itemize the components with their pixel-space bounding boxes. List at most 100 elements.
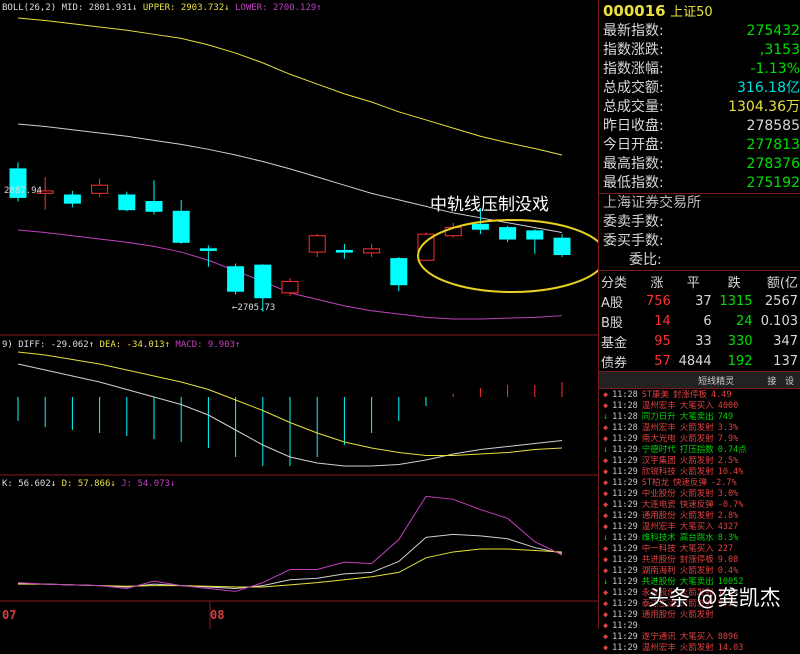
category-cell-amount: 347 [773,333,798,349]
quote-value: 316.18亿 [737,80,800,96]
short-elves-val: 3.0% [717,489,739,499]
short-elves-event: 火箭发射 [679,467,714,477]
down-arrow-icon: ↓ [603,445,609,455]
kdj-j-line [17,495,563,592]
short-elves-item[interactable]: ◆ 11:29 温州宏丰 火箭发射 14.03 [603,643,800,654]
short-elves-recv-button[interactable]: 接 [767,377,776,387]
short-elves-val: 3.3% [717,423,739,433]
candle-body [526,230,544,240]
short-elves-settings-button[interactable]: 设 [785,377,794,387]
quote-value: -1.13% [750,61,800,77]
exchange-row: 上海证券交易所 [599,194,800,213]
short-elves-item[interactable]: ↓ 11:28 同力日升 大笔卖出 749 [603,412,800,423]
short-elves-event: 大笔卖出 [679,412,714,422]
quote-row: 昨日收盘: 278585 [599,117,800,136]
diamond-icon: ◆ [603,478,609,488]
quote-title-row: 000016 上证50 [599,0,800,22]
candle-body [553,237,571,256]
short-elves-item[interactable]: ◆ 11:29 遂宁通讯 大笔买入 8096 [603,632,800,643]
quote-value: 278376 [746,156,800,172]
short-elves-time: 11:29 [612,555,638,565]
short-elves-val: 2.5% [717,456,739,466]
short-elves-item[interactable]: ◆ 11:29 共进股份 封涨停板 9.08 [603,555,800,566]
short-elves-time: 11:29 [612,445,638,455]
category-row[interactable]: A股 756 37 1315 2567 [599,291,800,311]
short-elves-time: 11:29 [612,544,638,554]
quote-panel: 000016 上证50 最新指数: 275432 指数涨跌: ,3153 指数涨幅: -1… [598,0,800,653]
short-elves-val: 749 [717,412,734,422]
category-cell-name: A股 [601,295,623,311]
short-elves-name: 温州宏丰 [641,401,676,411]
short-elves-event: 火箭发射 [679,456,714,466]
short-elves-item[interactable]: ◆ 11:29 通用股份 火箭发射 2.8% [603,511,800,522]
diamond-icon: ◆ [603,632,609,642]
short-elves-item[interactable]: ↓ 11:29 维科技术 高台跳水 8.3% [603,533,800,544]
category-body: A股 756 37 1315 2567 B股 14 6 24 0.103 基金 95 33 330 347 债… [599,291,800,371]
short-elves-item[interactable]: ◆ 11:28 温州宏丰 火箭发射 3.3% [603,423,800,434]
macd-dea-value: DEA: -34.013↑ [99,340,170,350]
category-row[interactable]: B股 14 6 24 0.103 [599,311,800,331]
kdj-d-value: D: 57.866↓ [61,479,116,489]
diamond-icon: ◆ [603,610,609,620]
short-elves-name: 维科技术 [641,533,676,543]
category-cell-name: B股 [601,315,623,331]
candle-body [335,249,353,253]
short-elves-event: 封涨停板 [672,390,707,400]
chart-area[interactable]: BOLL(26,2) MID: 2801.931↓ UPPER: 2903.73… [0,0,598,629]
short-elves-time: 11:28 [612,412,638,422]
short-elves-item[interactable]: ◆ 11:28 温州宏丰 大笔买入 4000 [603,401,800,412]
short-elves-time: 11:29 [612,500,638,510]
chart-svg[interactable] [0,0,598,629]
diamond-icon: ◆ [603,522,609,532]
short-elves-list[interactable]: ◆ 11:28 ST康美 封涨停板 4.49 ◆ 11:28 温州宏丰 大笔买入 4000 ↓ 11:… [599,389,800,654]
diamond-icon: ◆ [603,621,609,631]
short-elves-val: 4.49 [710,390,732,400]
short-elves-event: 火箭发射 [679,566,714,576]
diamond-icon: ◆ [603,390,609,400]
short-elves-item[interactable]: ↓ 11:29 宁德时代 打压指数 0.74点 [603,445,800,456]
short-elves-header[interactable]: 短线精灵 接 设 [599,371,800,389]
short-elves-name: ST柏龙 [641,478,669,488]
short-elves-val: 4327 [717,522,739,532]
diamond-icon: ◆ [603,643,609,653]
short-elves-item[interactable]: ◆ 11:29 汉宇集团 火箭发射 2.5% [603,456,800,467]
category-header: 额(亿 [766,275,798,291]
short-elves-item[interactable]: ◆ 11:29 欣锐科技 火箭发射 10.4% [603,467,800,478]
category-row[interactable]: 基金 95 33 330 347 [599,331,800,351]
boll-high-mark: 2887.94 [4,186,42,196]
diamond-icon: ◆ [603,511,609,521]
short-elves-name: 温州宏丰 [641,643,676,653]
short-elves-item[interactable]: ◆ 11:29 中一科技 大笔买入 227 [603,544,800,555]
short-elves-item[interactable]: ◆ 11:29 温州宏丰 大笔买入 4327 [603,522,800,533]
boll-label-name: BOLL(26,2) [2,3,57,13]
annotation-text: 中轨线压制没戏 [430,195,549,215]
order-buy-label: 委买手数: [603,233,664,249]
short-elves-val: 8096 [717,632,739,642]
short-elves-item[interactable]: ◆ 11:29 ST柏龙 快速反弹 -2.7% [603,478,800,489]
candle-body [172,210,190,243]
short-elves-name: 湖南海利 [641,566,676,576]
short-elves-time: 11:28 [612,423,638,433]
short-elves-controls: 接 设 [767,374,794,387]
short-elves-item[interactable]: ◆ 11:29 湖南海利 火箭发射 0.4% [603,566,800,577]
short-elves-time: 11:29 [612,566,638,576]
short-elves-event: 火箭发射 [679,489,714,499]
category-cell-amount: 0.103 [760,313,798,329]
macd-prefix: 9) [2,340,13,350]
kdj-j-value: J: 54.073↓ [121,479,176,489]
candle-body [118,194,136,211]
diamond-icon: ◆ [603,566,609,576]
short-elves-item[interactable]: ◆ 11:29 中业股份 火箭发射 3.0% [603,489,800,500]
short-elves-item[interactable]: ◆ 11:29 大连电瓷 快速反弹 -0.7% [603,500,800,511]
down-arrow-icon: ↓ [603,577,609,587]
short-elves-item[interactable]: ◆ 11:29 [603,621,800,632]
short-elves-item[interactable]: ◆ 11:29 南大光电 火箭发射 7.9% [603,434,800,445]
order-sell-row: 委卖手数: [599,213,800,232]
short-elves-event: 火箭发射 [679,643,714,653]
category-row[interactable]: 债券 57 4844 192 137 [599,351,800,371]
candle-body [199,248,217,251]
boll-label-row: BOLL(26,2) MID: 2801.931↓ UPPER: 2903.73… [2,3,322,14]
quote-value: 278585 [746,118,800,134]
candle-body [308,235,326,253]
short-elves-item[interactable]: ◆ 11:28 ST康美 封涨停板 4.49 [603,390,800,401]
